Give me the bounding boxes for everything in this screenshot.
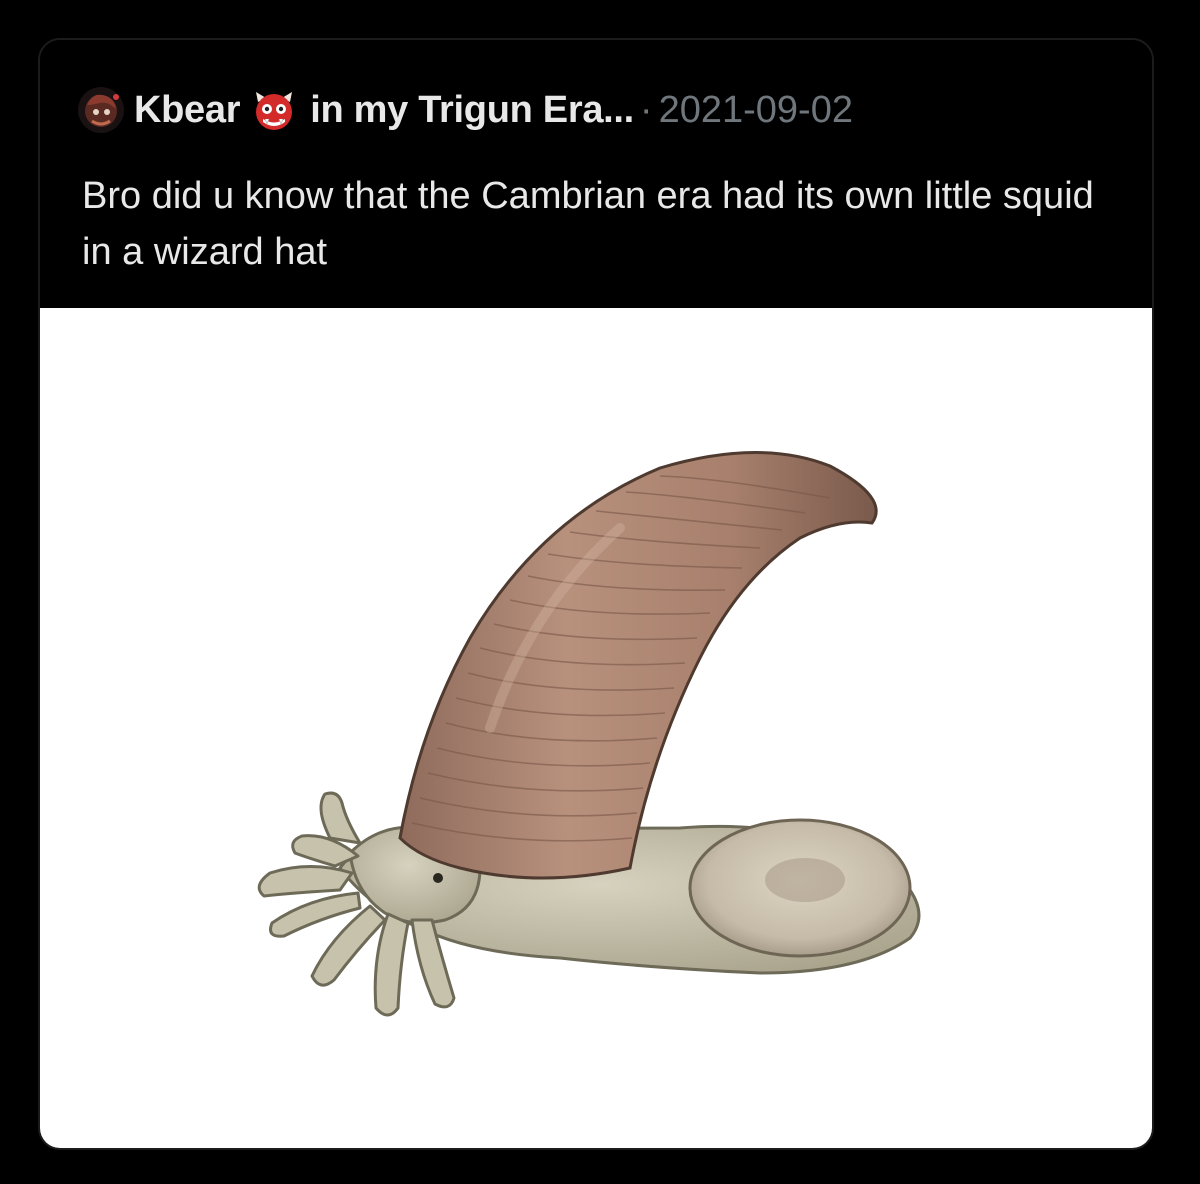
author-display-name[interactable]: Kbear	[134, 89, 241, 132]
avatar-icon[interactable]	[78, 87, 124, 133]
tweet-text: Bro did u know that the Cambrian era had…	[82, 175, 1094, 273]
meta-separator: ·	[639, 88, 653, 131]
author-row: Kbear in my Trigun Era... · 2021-09-02	[78, 84, 853, 136]
cambrian-squid-illustration	[257, 451, 921, 1017]
tweet-header: Kbear in my Trigun Era... · 2021-09-02 B…	[40, 40, 1152, 308]
tweet-media[interactable]	[40, 308, 1152, 1148]
author-name-suffix[interactable]: in my Trigun Era...	[310, 89, 634, 132]
ogre-emoji-icon	[252, 88, 296, 132]
tweet-date[interactable]: 2021-09-02	[659, 89, 853, 132]
tweet-card[interactable]: Kbear in my Trigun Era... · 2021-09-02 B…	[38, 38, 1154, 1150]
